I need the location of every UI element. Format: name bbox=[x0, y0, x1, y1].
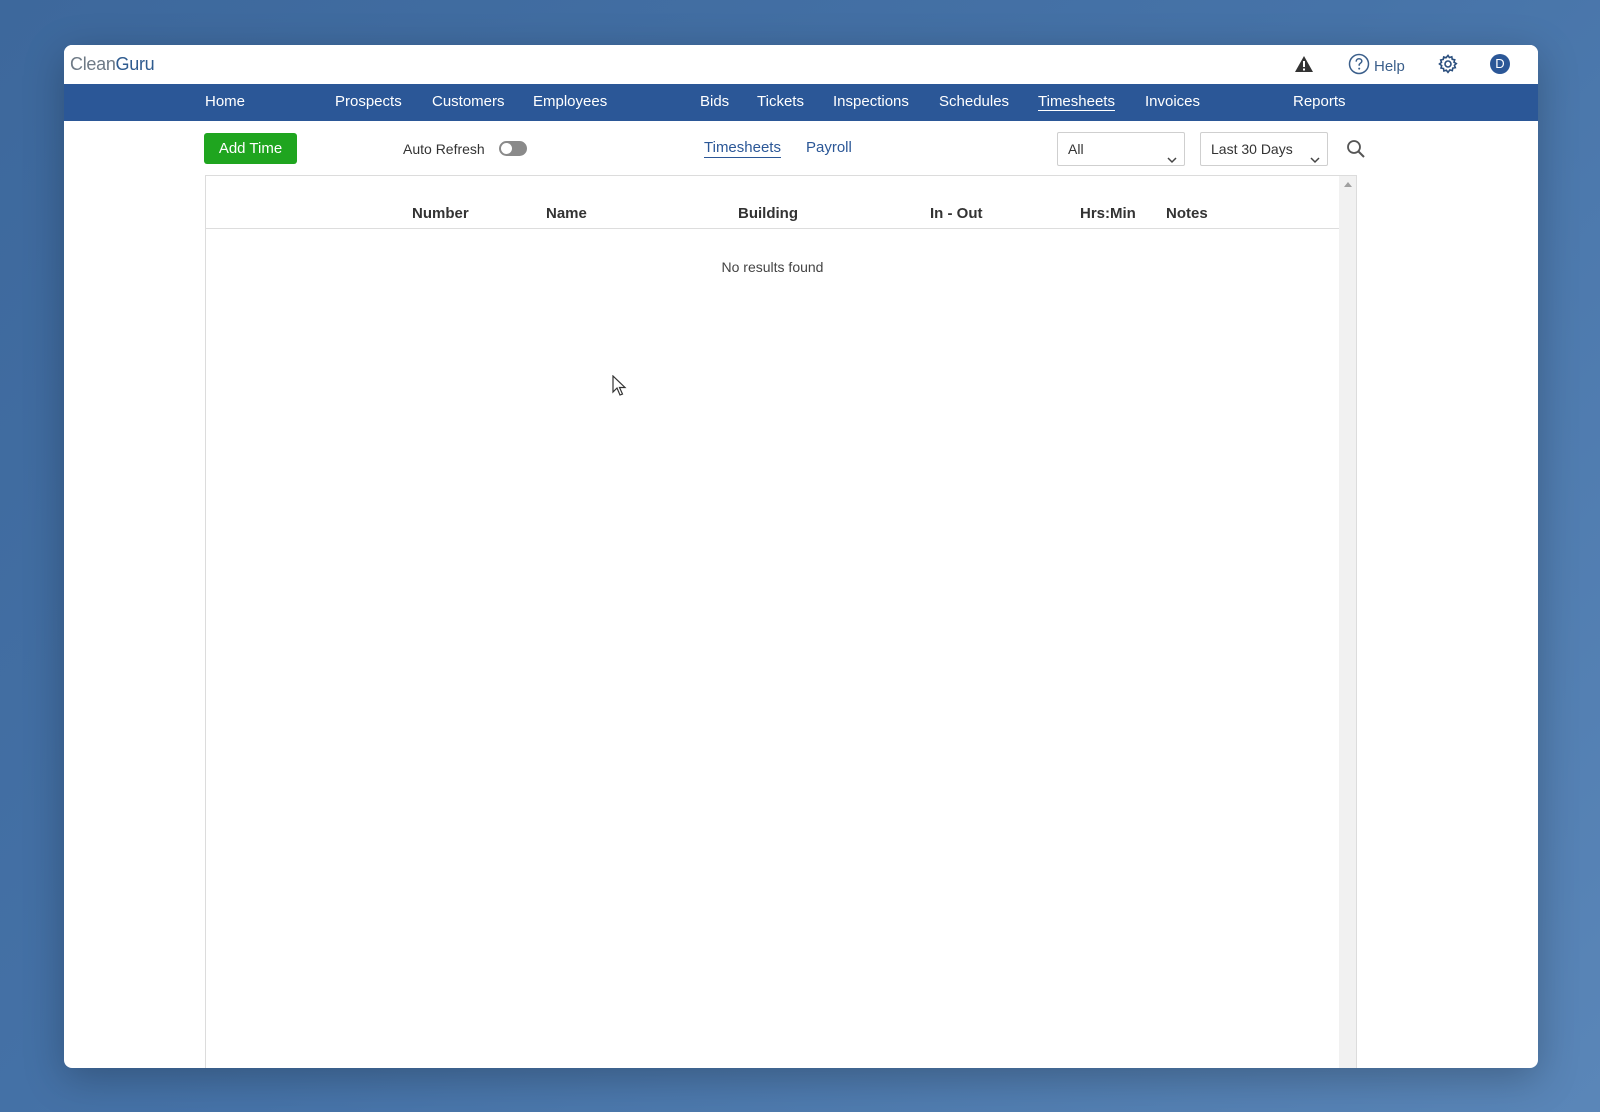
app-logo[interactable]: CleanGuru bbox=[70, 54, 155, 75]
col-hrs-min[interactable]: Hrs:Min bbox=[1080, 205, 1136, 222]
subtab-timesheets[interactable]: Timesheets bbox=[704, 139, 781, 156]
col-in-out[interactable]: In - Out bbox=[930, 205, 983, 222]
help-icon bbox=[1348, 53, 1370, 79]
nav-invoices[interactable]: Invoices bbox=[1145, 93, 1200, 110]
help-label: Help bbox=[1374, 57, 1405, 75]
app-window: CleanGuru Help D Home Prospects Customer… bbox=[64, 45, 1538, 1068]
table-scrollbar[interactable] bbox=[1339, 176, 1356, 1068]
chevron-down-icon bbox=[1166, 144, 1178, 176]
col-number[interactable]: Number bbox=[412, 205, 469, 222]
help-link[interactable]: Help bbox=[1348, 53, 1405, 79]
add-time-button[interactable]: Add Time bbox=[204, 133, 297, 164]
col-name[interactable]: Name bbox=[546, 205, 587, 222]
main-nav: Home Prospects Customers Employees Bids … bbox=[64, 84, 1538, 121]
logo-text-guru: Guru bbox=[115, 54, 155, 74]
gear-icon[interactable] bbox=[1438, 54, 1458, 79]
empty-message: No results found bbox=[721, 259, 824, 275]
title-bar: CleanGuru Help D bbox=[64, 45, 1538, 84]
filter-select[interactable]: All bbox=[1057, 132, 1185, 166]
nav-bids[interactable]: Bids bbox=[700, 93, 729, 110]
col-building[interactable]: Building bbox=[738, 205, 798, 222]
nav-inspections[interactable]: Inspections bbox=[833, 93, 909, 110]
nav-prospects[interactable]: Prospects bbox=[335, 93, 402, 110]
logo-text-clean: Clean bbox=[70, 54, 116, 74]
user-avatar[interactable]: D bbox=[1490, 54, 1510, 74]
auto-refresh-label: Auto Refresh bbox=[403, 141, 485, 157]
nav-customers[interactable]: Customers bbox=[432, 93, 505, 110]
nav-schedules[interactable]: Schedules bbox=[939, 93, 1009, 110]
table-header: Number Name Building In - Out Hrs:Min No… bbox=[206, 176, 1339, 229]
timesheets-table: Number Name Building In - Out Hrs:Min No… bbox=[205, 175, 1357, 1068]
scroll-up-arrow-icon[interactable] bbox=[1344, 182, 1352, 187]
filter-select-value: All bbox=[1068, 141, 1084, 157]
auto-refresh-toggle[interactable] bbox=[499, 141, 527, 156]
subtab-payroll[interactable]: Payroll bbox=[806, 139, 852, 156]
date-range-select[interactable]: Last 30 Days bbox=[1200, 132, 1328, 166]
nav-home[interactable]: Home bbox=[205, 93, 245, 110]
nav-reports[interactable]: Reports bbox=[1293, 93, 1346, 110]
toggle-knob bbox=[501, 143, 512, 154]
warning-icon[interactable] bbox=[1294, 55, 1314, 78]
nav-employees[interactable]: Employees bbox=[533, 93, 607, 110]
nav-timesheets[interactable]: Timesheets bbox=[1038, 93, 1115, 110]
chevron-down-icon bbox=[1309, 144, 1321, 176]
date-range-select-value: Last 30 Days bbox=[1211, 141, 1293, 157]
col-notes[interactable]: Notes bbox=[1166, 205, 1208, 222]
mouse-cursor-icon bbox=[612, 374, 628, 402]
nav-tickets[interactable]: Tickets bbox=[757, 93, 804, 110]
search-icon[interactable] bbox=[1346, 139, 1366, 164]
